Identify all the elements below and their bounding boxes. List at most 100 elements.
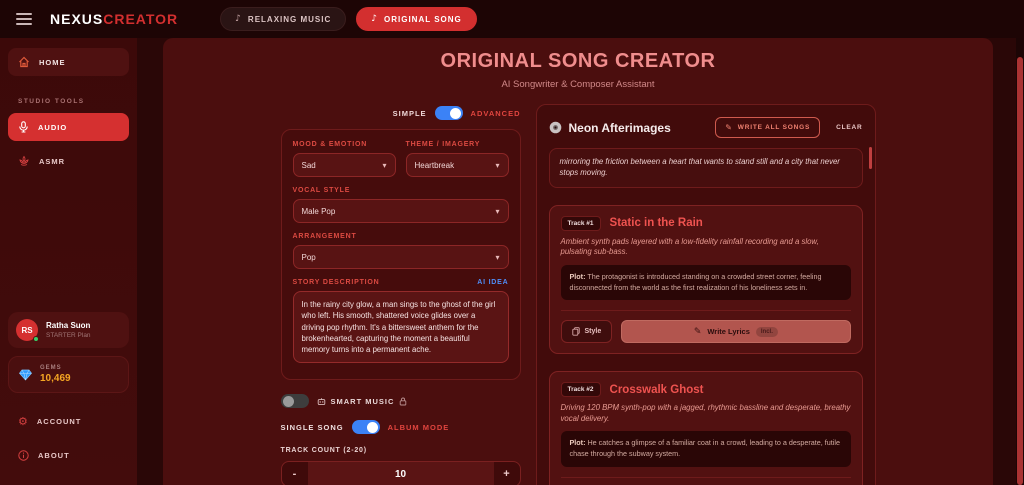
gem-icon: [19, 369, 32, 381]
online-status-dot: [33, 336, 39, 342]
track-card: Track #1 Static in the Rain Ambient synt…: [548, 204, 863, 355]
form-row-mood-theme: MOOD & EMOTION Sad ▾ THEME / IMAGERY Hea…: [292, 141, 509, 187]
story-label: STORY DESCRIPTION: [292, 279, 380, 286]
asmr-lotus-icon: [18, 155, 30, 167]
gear-icon: ⚙: [18, 415, 28, 428]
sidebar: HOME STUDIO TOOLS AUDIO ASMR RS Ratha Su…: [0, 38, 137, 485]
music-note-icon: ♪: [235, 14, 242, 24]
asmr-label: ASMR: [39, 156, 66, 166]
clear-button[interactable]: CLEAR: [836, 124, 862, 131]
sidebar-item-asmr[interactable]: ASMR: [8, 147, 129, 175]
album-mode-label: ALBUM MODE: [387, 422, 450, 432]
copy-style-button[interactable]: Style: [560, 320, 613, 344]
single-album-switch[interactable]: [351, 420, 380, 434]
sidebar-item-about[interactable]: ABOUT: [8, 442, 129, 469]
track-header: Track #2 Crosswalk Ghost: [560, 382, 851, 398]
track-actions: Style ✎ Write Lyrics Incl.: [560, 477, 851, 485]
logo-accent: CREATOR: [103, 11, 179, 27]
account-label: ACCOUNT: [36, 417, 82, 426]
about-label: ABOUT: [38, 451, 70, 460]
gems-info: GEMS 10,469: [40, 365, 71, 384]
page-scrollbar[interactable]: [1016, 38, 1024, 485]
mood-field: MOOD & EMOTION Sad ▾: [292, 141, 396, 187]
sidebar-item-home[interactable]: HOME: [8, 48, 129, 76]
music-note-icon: ♪: [371, 14, 379, 24]
vocal-style-select[interactable]: Male Pop ▾: [292, 199, 509, 223]
pencil-icon: ✎: [725, 123, 733, 132]
story-header: STORY DESCRIPTION AI IDEA: [293, 279, 509, 286]
track-title: Static in the Rain: [609, 217, 703, 230]
ai-idea-link[interactable]: AI IDEA: [477, 279, 508, 286]
main-area: ORIGINAL SONG CREATOR AI Songwriter & Co…: [137, 38, 1024, 485]
smart-music-switch[interactable]: [280, 394, 309, 408]
write-lyrics-button[interactable]: ✎ Write Lyrics Incl.: [621, 320, 851, 344]
page-scrollbar-thumb[interactable]: [1017, 57, 1023, 485]
decrement-button[interactable]: -: [282, 462, 308, 485]
smart-music-row: SMART MUSIC: [280, 394, 521, 408]
track-actions: Style ✎ Write Lyrics Incl.: [560, 310, 851, 344]
album-panel: Neon Afterimages ✎ WRITE ALL SONGS CLEAR…: [535, 104, 876, 485]
home-label: HOME: [39, 57, 66, 67]
switch-knob: [282, 395, 294, 407]
topbar: NEXUSCREATOR ♪ RELAXING MUSIC ♪ ORIGINAL…: [0, 0, 1024, 38]
sidebar-item-account[interactable]: ⚙ ACCOUNT: [8, 407, 129, 436]
menu-icon[interactable]: [16, 10, 32, 28]
single-song-label: SINGLE SONG: [280, 422, 344, 432]
theme-value: Heartbreak: [414, 160, 455, 170]
robot-icon: [317, 397, 326, 406]
user-name: Ratha Suon: [46, 321, 91, 330]
user-info: Ratha Suon STARTER Plan: [46, 321, 91, 339]
mood-label: MOOD & EMOTION: [292, 141, 368, 148]
album-header: Neon Afterimages ✎ WRITE ALL SONGS CLEAR: [549, 117, 863, 138]
single-album-toggle-row: SINGLE SONG ALBUM MODE: [281, 420, 521, 434]
write-all-songs-label: WRITE ALL SONGS: [737, 124, 811, 131]
pencil-icon: ✎: [693, 326, 702, 337]
app-window: NEXUSCREATOR ♪ RELAXING MUSIC ♪ ORIGINAL…: [0, 0, 1024, 485]
home-icon: [18, 56, 30, 68]
avatar-initials: RS: [21, 325, 33, 335]
gems-value: 10,469: [40, 373, 71, 384]
album-title: Neon Afterimages: [568, 120, 671, 135]
switch-knob: [366, 421, 378, 433]
simple-advanced-switch[interactable]: [434, 106, 463, 120]
story-description-input[interactable]: In the rainy city glow, a man sings to t…: [292, 291, 509, 363]
disc-icon: [549, 121, 562, 134]
original-song-button[interactable]: ♪ ORIGINAL SONG: [356, 7, 477, 31]
relaxing-music-button[interactable]: ♪ RELAXING MUSIC: [220, 7, 347, 31]
arrangement-value: Pop: [301, 252, 316, 262]
increment-button[interactable]: +: [494, 462, 520, 485]
chevron-down-icon: ▾: [382, 160, 387, 170]
page-title: ORIGINAL SONG CREATOR: [440, 50, 716, 72]
user-profile-card[interactable]: RS Ratha Suon STARTER Plan: [8, 312, 129, 348]
write-all-songs-button[interactable]: ✎ WRITE ALL SONGS: [715, 117, 821, 138]
sidebar-item-audio[interactable]: AUDIO: [8, 113, 129, 141]
gems-label: GEMS: [40, 365, 62, 371]
mood-select[interactable]: Sad ▾: [292, 153, 396, 177]
chevron-down-icon: ▾: [495, 160, 500, 170]
track-style-description: Driving 120 BPM synth-pop with a jagged,…: [560, 403, 851, 423]
track-style-description: Ambient synth pads layered with a low-fi…: [560, 236, 819, 257]
smart-music-label: SMART MUSIC: [330, 396, 395, 406]
album-scrollbar-thumb[interactable]: [868, 147, 872, 169]
audio-label: AUDIO: [38, 122, 68, 132]
content-columns: SIMPLE ADVANCED MOOD & EMOTION Sad ▾ THE…: [280, 104, 876, 485]
track-card: Track #2 Crosswalk Ghost Driving 120 BPM…: [548, 371, 863, 485]
arrangement-select[interactable]: Pop ▾: [292, 245, 509, 269]
vocal-style-value: Male Pop: [301, 206, 336, 216]
switch-knob: [449, 107, 461, 119]
gems-card[interactable]: GEMS 10,469: [8, 356, 129, 393]
theme-field: THEME / IMAGERY Heartbreak ▾: [405, 141, 509, 187]
chevron-down-icon: ▾: [495, 206, 500, 216]
theme-label: THEME / IMAGERY: [405, 141, 481, 148]
track-plot: Plot: He catches a glimpse of a familiar…: [560, 431, 851, 468]
album-column: Neon Afterimages ✎ WRITE ALL SONGS CLEAR…: [535, 104, 876, 485]
app-logo[interactable]: NEXUSCREATOR: [50, 11, 178, 27]
plot-text: The protagonist is introduced standing o…: [569, 271, 822, 292]
content-card: ORIGINAL SONG CREATOR AI Songwriter & Co…: [163, 38, 993, 485]
page-subtitle: AI Songwriter & Composer Assistant: [501, 79, 655, 90]
plot-label: Plot:: [569, 271, 586, 281]
theme-select[interactable]: Heartbreak ▾: [405, 153, 509, 177]
track-count-value: 10: [307, 462, 494, 485]
top-navigation: ♪ RELAXING MUSIC ♪ ORIGINAL SONG: [220, 7, 477, 31]
